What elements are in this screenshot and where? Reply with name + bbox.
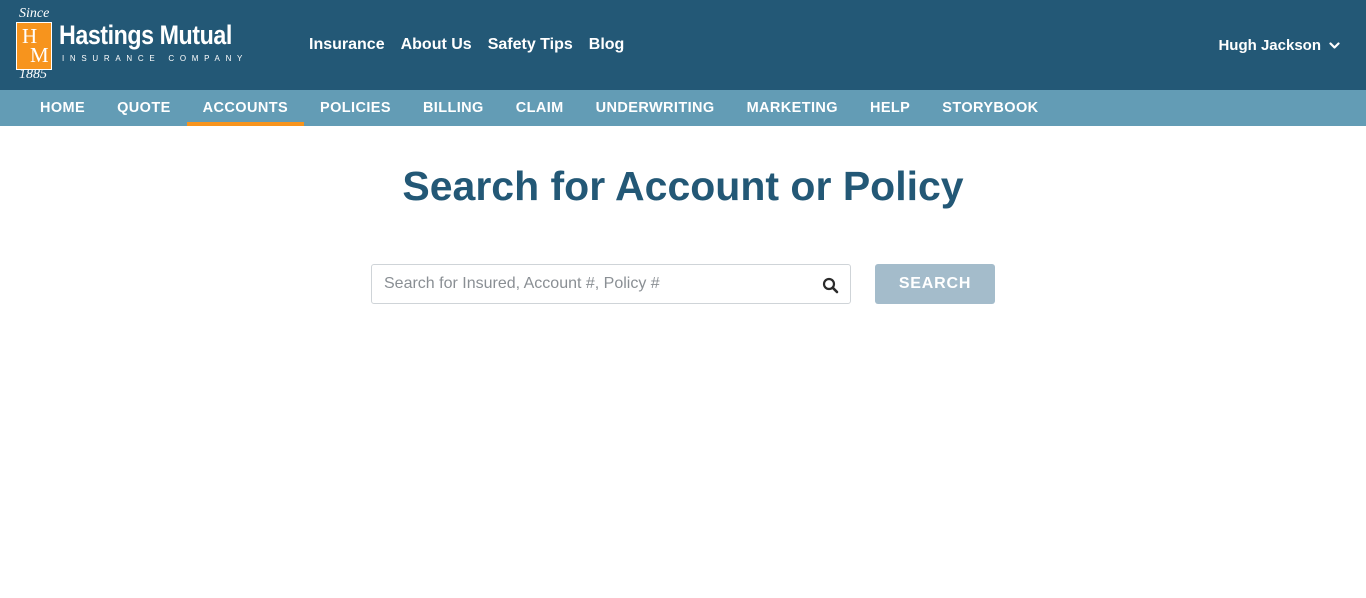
- logo-name: Hastings Mutual: [59, 20, 232, 50]
- tab-underwriting[interactable]: UNDERWRITING: [580, 90, 731, 126]
- sub-nav-tabs: HOME QUOTE ACCOUNTS POLICIES BILLING CLA…: [24, 90, 1055, 126]
- nav-insurance[interactable]: Insurance: [309, 35, 385, 55]
- tab-home[interactable]: HOME: [24, 90, 101, 126]
- company-logo[interactable]: H M Since 1885 Hastings Mutual INSURANCE…: [14, 6, 264, 86]
- logo-mark: H M: [16, 22, 52, 70]
- sub-nav: HOME QUOTE ACCOUNTS POLICIES BILLING CLA…: [0, 90, 1366, 126]
- logo-mark-bottom: M: [30, 43, 49, 67]
- search-input[interactable]: [372, 265, 812, 303]
- logo-since: Since: [19, 6, 50, 21]
- user-menu[interactable]: Hugh Jackson: [1218, 36, 1340, 56]
- tab-policies[interactable]: POLICIES: [304, 90, 407, 126]
- nav-blog[interactable]: Blog: [589, 35, 625, 55]
- tab-quote[interactable]: QUOTE: [101, 90, 187, 126]
- tab-storybook[interactable]: STORYBOOK: [926, 90, 1054, 126]
- main-nav: Insurance About Us Safety Tips Blog: [309, 35, 640, 55]
- logo-year: 1885: [19, 67, 47, 82]
- tab-help[interactable]: HELP: [854, 90, 926, 126]
- logo-subtitle: INSURANCE COMPANY: [62, 54, 249, 63]
- search-box: [371, 264, 851, 304]
- tab-accounts[interactable]: ACCOUNTS: [186, 90, 305, 126]
- search-button[interactable]: SEARCH: [875, 264, 995, 304]
- tab-marketing[interactable]: MARKETING: [731, 90, 854, 126]
- chevron-down-icon: [1329, 42, 1340, 50]
- nav-safety-tips[interactable]: Safety Tips: [488, 35, 573, 55]
- page-title: Search for Account or Policy: [402, 163, 964, 209]
- search-icon[interactable]: [822, 277, 839, 294]
- top-header: H M Since 1885 Hastings Mutual INSURANCE…: [0, 0, 1366, 90]
- tab-billing[interactable]: BILLING: [407, 90, 500, 126]
- nav-about-us[interactable]: About Us: [401, 35, 472, 55]
- tab-claim[interactable]: CLAIM: [500, 90, 580, 126]
- user-name: Hugh Jackson: [1218, 37, 1321, 54]
